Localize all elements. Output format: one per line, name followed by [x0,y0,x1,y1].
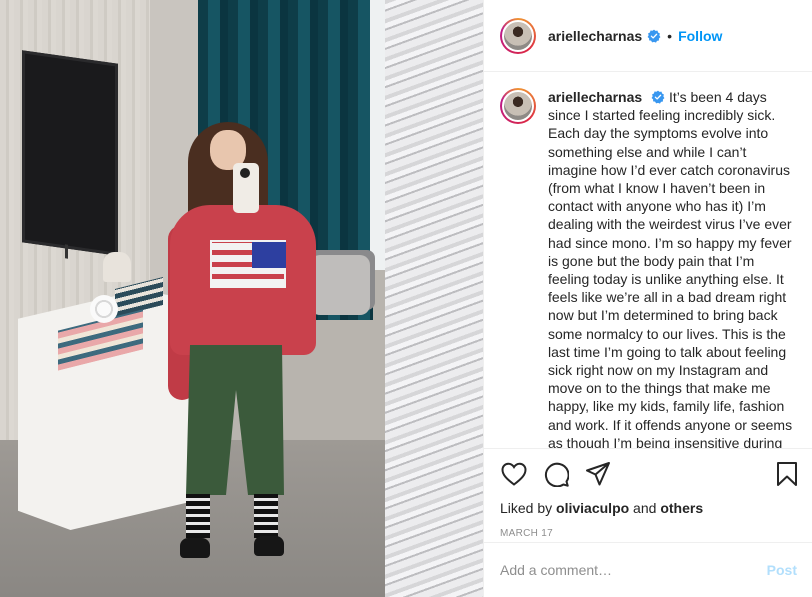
comment-box: Post [484,542,812,597]
post-comment-button[interactable]: Post [767,562,797,578]
likes-others-link[interactable]: others [660,500,703,516]
bookmark-icon [777,462,797,486]
post-date[interactable]: MARCH 17 [500,528,797,539]
share-icon [586,462,610,486]
like-button[interactable] [500,460,528,488]
post-sidebar: ariellecharnas • Follow ariellecharnas I… [483,0,812,597]
comment-input[interactable] [500,562,767,578]
likes-summary: Liked by oliviaculpo and others [500,500,704,516]
header-username[interactable]: ariellecharnas [548,28,642,44]
verified-badge-icon [651,90,665,104]
post-photo[interactable] [0,0,483,597]
verified-badge-icon [647,29,661,43]
caption-avatar[interactable] [500,88,536,124]
share-button[interactable] [584,460,612,488]
caption-text-block: ariellecharnas It’s been 4 days since I … [548,88,799,448]
separator: • [667,27,673,44]
caption-body: It’s been 4 days since I started feeling… [548,89,793,448]
heart-icon [501,462,527,486]
comment-button[interactable] [542,460,570,488]
avatar[interactable] [500,17,536,54]
action-bar: Liked by oliviaculpo and others MARCH 17 [484,448,812,548]
tv [22,50,118,256]
save-button[interactable] [773,460,801,488]
post-header: ariellecharnas • Follow [484,0,812,72]
caption: ariellecharnas It’s been 4 days since I … [484,72,812,448]
comment-icon [544,462,569,487]
follow-button[interactable]: Follow [678,28,722,44]
mirror-frame [385,0,483,597]
liked-by-user[interactable]: oliviaculpo [556,500,629,516]
caption-username[interactable]: ariellecharnas [548,89,642,105]
